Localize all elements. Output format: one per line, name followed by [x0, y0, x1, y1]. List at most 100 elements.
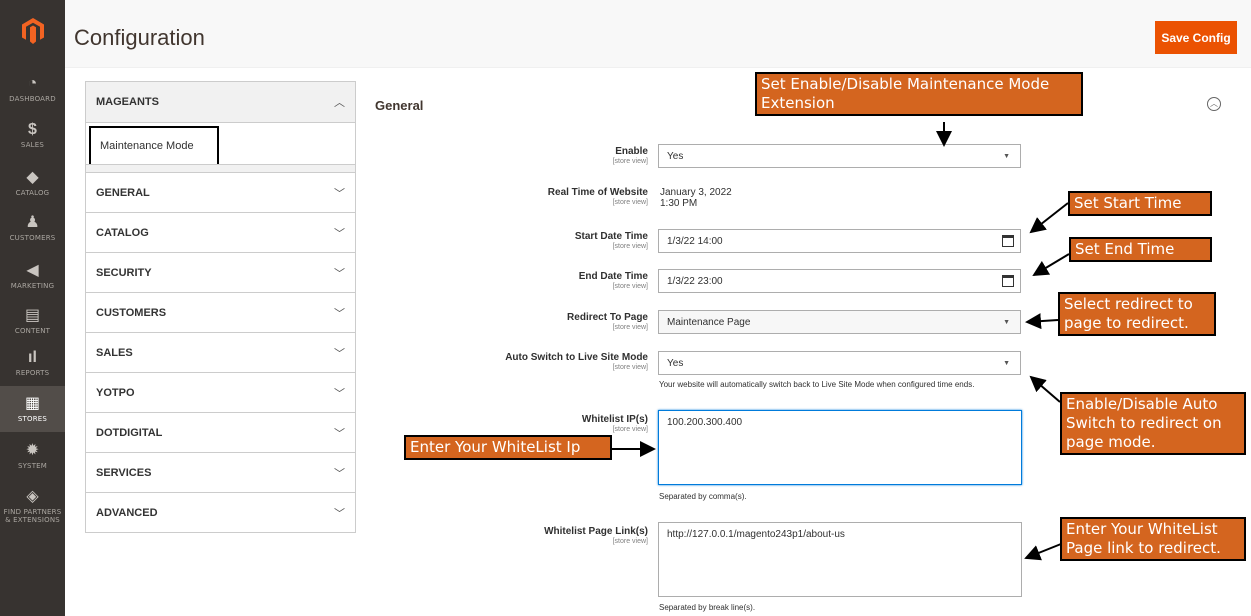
nav-item-label: CATALOG: [15, 189, 50, 197]
nav-item-reports[interactable]: ıl REPORTS: [0, 340, 65, 386]
nav-item-stores[interactable]: ▦ STORES: [0, 386, 65, 432]
auto-switch-value: Yes: [667, 357, 684, 369]
arrow-end: [1032, 253, 1070, 277]
nav-item-content[interactable]: ▤ CONTENT: [0, 298, 65, 344]
tab-section-label: SALES: [96, 346, 133, 359]
dollar-icon: $: [28, 121, 37, 138]
scope-label: [store view]: [612, 158, 648, 165]
redirect-page-select[interactable]: Maintenance Page ▼: [658, 310, 1021, 334]
nav-item-customers[interactable]: ♟ CUSTOMERS: [0, 205, 65, 251]
tab-section-advanced[interactable]: ADVANCED ﹀: [86, 493, 355, 533]
tab-section-services[interactable]: SERVICES ﹀: [86, 453, 355, 493]
nav-item-label: SALES: [20, 141, 45, 149]
real-time-value: January 3, 2022 1:30 PM: [660, 187, 732, 209]
magento-logo-icon: [21, 18, 44, 44]
bar-chart-icon: ıl: [28, 349, 37, 366]
chevron-down-icon: ﹀: [334, 187, 345, 200]
person-icon: ♟: [25, 214, 40, 231]
chevron-down-icon: ﹀: [334, 387, 345, 400]
chevron-down-icon: ﹀: [334, 307, 345, 320]
tab-section-catalog[interactable]: CATALOG ﹀: [86, 213, 355, 253]
tab-section-label: CUSTOMERS: [96, 306, 167, 319]
auto-switch-note: Your website will automatically switch b…: [659, 380, 975, 389]
chevron-down-icon: ﹀: [334, 507, 345, 520]
nav-item-label: CUSTOMERS: [9, 234, 56, 242]
content-icon: ▤: [24, 307, 41, 324]
store-icon: ▦: [24, 395, 41, 412]
redirect-value: Maintenance Page: [667, 316, 751, 328]
nav-item-marketing[interactable]: ◀ MARKETING: [0, 253, 65, 299]
calendar-icon[interactable]: [1002, 275, 1014, 287]
start-value: 1/3/22 14:00: [667, 235, 723, 247]
start-datetime-input[interactable]: 1/3/22 14:00: [658, 229, 1021, 253]
tab-section-yotpo[interactable]: YOTPO ﹀: [86, 373, 355, 413]
chevron-down-icon: ﹀: [334, 267, 345, 280]
end-label: End Date Time [store view]: [348, 271, 648, 290]
admin-sidebar: ◔ DASHBOARD $ SALES ◆ CATALOG ♟ CUSTOMERS ◀ MARKE…: [0, 0, 65, 616]
arrow-redirect: [1025, 313, 1059, 330]
auto-switch-label: Auto Switch to Live Site Mode [store vie…: [348, 352, 648, 371]
chevron-down-icon: ﹀: [334, 227, 345, 240]
tab-section-dotdigital[interactable]: DOTDIGITAL ﹀: [86, 413, 355, 453]
chevron-down-icon: ﹀: [334, 467, 345, 480]
nav-item-system[interactable]: ✹ SYSTEM: [0, 433, 65, 479]
chevron-down-icon: ﹀: [334, 347, 345, 360]
tab-maintenance-mode[interactable]: Maintenance Mode: [89, 126, 219, 166]
real-time-label: Real Time of Website [store view]: [348, 187, 648, 206]
whitelist-link-note: Separated by break line(s).: [659, 603, 756, 612]
real-time-date: January 3, 2022: [660, 187, 732, 198]
nav-item-find[interactable]: ◈ FIND PARTNERS & EXTENSIONS: [0, 478, 65, 534]
scope-label: [store view]: [612, 243, 648, 250]
tab-section-sales[interactable]: SALES ﹀: [86, 333, 355, 373]
chevron-down-icon: ▼: [1003, 153, 1010, 160]
callout-link: Enter Your WhiteList Page link to redire…: [1060, 517, 1246, 561]
nav-item-dashboard[interactable]: ◔ DASHBOARD: [0, 66, 65, 112]
tab-group-mageants[interactable]: MAGEANTS ︿: [86, 82, 355, 123]
save-config-button[interactable]: Save Config: [1155, 21, 1237, 54]
tab-section-security[interactable]: SECURITY ﹀: [86, 253, 355, 293]
auto-switch-select[interactable]: Yes ▼: [658, 351, 1021, 375]
whitelist-ip-textarea[interactable]: 100.200.300.400: [658, 410, 1022, 485]
tab-section-label: DOTDIGITAL: [96, 426, 163, 439]
callout-start: Set Start Time: [1068, 191, 1212, 216]
gear-icon: ✹: [25, 442, 40, 459]
magento-logo[interactable]: [0, 0, 65, 62]
nav-item-label: DASHBOARD: [9, 95, 56, 103]
cube-icon: ◆: [26, 169, 39, 186]
arrow-start: [1029, 202, 1069, 234]
callout-enable: Set Enable/Disable Maintenance Mode Exte…: [755, 72, 1083, 116]
tab-section-customers[interactable]: CUSTOMERS ﹀: [86, 293, 355, 333]
whitelist-ip-label-text: Whitelist IP(s): [581, 414, 648, 425]
end-value: 1/3/22 23:00: [667, 275, 723, 287]
whitelist-link-label: Whitelist Page Link(s) [store view]: [348, 526, 648, 545]
redirect-label: Redirect To Page [store view]: [348, 312, 648, 331]
scope-label: [store view]: [612, 324, 648, 331]
callout-end: Set End Time: [1069, 237, 1212, 262]
tab-section-label: SERVICES: [96, 466, 152, 479]
tab-section-label: CATALOG: [96, 226, 149, 239]
nav-item-label: FIND PARTNERS & EXTENSIONS: [3, 508, 62, 524]
enable-select[interactable]: Yes ▼: [658, 144, 1021, 168]
end-datetime-input[interactable]: 1/3/22 23:00: [658, 269, 1021, 293]
tab-group-label: MAGEANTS: [96, 96, 159, 108]
redirect-label-text: Redirect To Page: [567, 312, 648, 323]
scope-label: [store view]: [612, 426, 648, 433]
nav-item-label: CONTENT: [14, 327, 51, 335]
tab-sub-section: Maintenance Mode: [86, 123, 355, 173]
scope-label: [store view]: [612, 538, 648, 545]
whitelist-ip-label: Whitelist IP(s) [store view]: [348, 414, 648, 433]
scope-label: [store view]: [612, 199, 648, 206]
real-time-time: 1:30 PM: [660, 198, 698, 209]
collapse-icon[interactable]: ︿: [1207, 97, 1221, 111]
whitelist-link-textarea[interactable]: http://127.0.0.1/magento243p1/about-us: [658, 522, 1022, 597]
tab-section-general[interactable]: GENERAL ﹀: [86, 173, 355, 213]
tab-divider: [86, 164, 355, 172]
page-header: [65, 0, 1251, 68]
nav-item-label: SYSTEM: [17, 462, 48, 470]
calendar-icon[interactable]: [1002, 235, 1014, 247]
nav-item-sales[interactable]: $ SALES: [0, 112, 65, 158]
section-title: General: [375, 98, 424, 113]
callout-ip: Enter Your WhiteList Ip: [404, 435, 612, 460]
nav-item-catalog[interactable]: ◆ CATALOG: [0, 160, 65, 206]
tab-section-label: SECURITY: [96, 266, 152, 279]
